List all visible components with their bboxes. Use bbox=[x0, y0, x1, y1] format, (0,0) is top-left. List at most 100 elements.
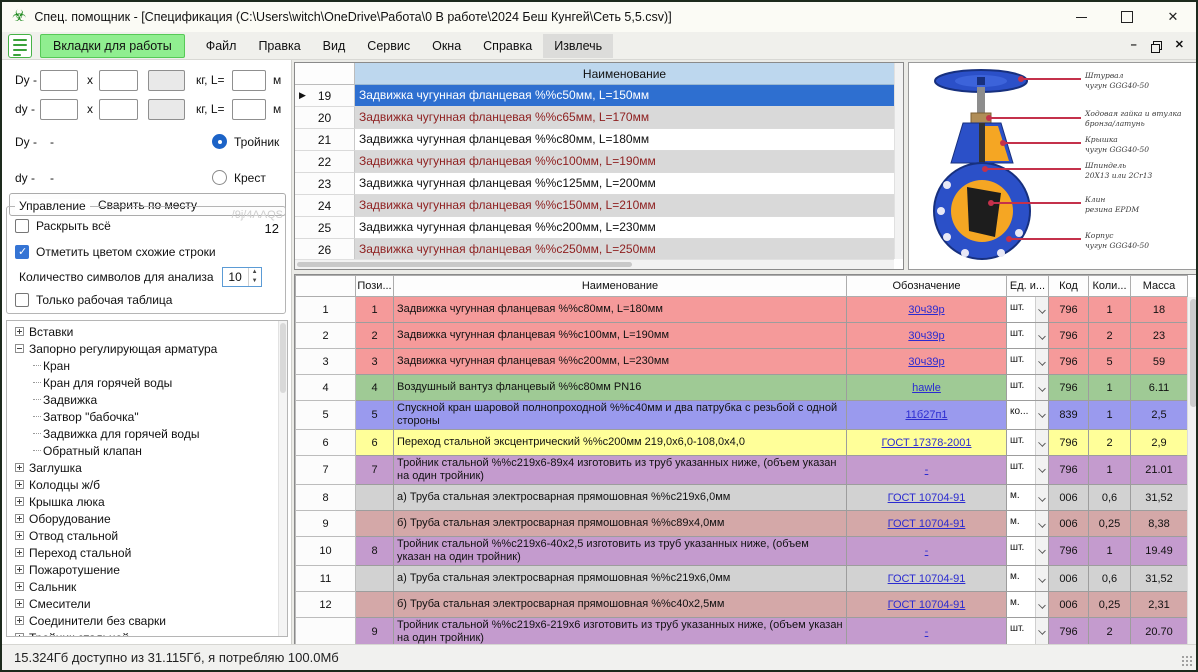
chevron-down-icon[interactable] bbox=[1035, 349, 1048, 374]
menu-item-extract[interactable]: Извлечь bbox=[543, 34, 613, 58]
spec-name-cell[interactable]: Тройник стальной %%с219х6-219х6 изготови… bbox=[394, 618, 847, 647]
spec-unit-cell[interactable]: шт. bbox=[1007, 618, 1049, 647]
dy-length-input[interactable] bbox=[232, 70, 266, 91]
expand-icon[interactable] bbox=[15, 565, 24, 574]
expand-icon[interactable] bbox=[15, 633, 24, 637]
work-tabs-button[interactable]: Вкладки для работы bbox=[40, 34, 185, 58]
dy2-d1-input[interactable] bbox=[40, 99, 78, 120]
catalog-row-header[interactable]: ▶19 bbox=[295, 85, 355, 107]
spec-code-header[interactable]: Код bbox=[1049, 276, 1089, 297]
spec-row[interactable]: 9б) Труба стальная электросварная прямош… bbox=[296, 511, 1188, 537]
chevron-down-icon[interactable] bbox=[1035, 456, 1048, 484]
spec-row[interactable]: 22Задвижка чугунная фланцевая %%с100мм, … bbox=[296, 323, 1188, 349]
expand-icon[interactable] bbox=[15, 480, 24, 489]
spec-row-number[interactable]: 11 bbox=[296, 566, 356, 592]
unit-combobox[interactable]: шт. bbox=[1007, 323, 1048, 348]
unit-combobox[interactable]: шт. bbox=[1007, 430, 1048, 455]
catalog-row[interactable]: 20Задвижка чугунная фланцевая %%с65мм, L… bbox=[295, 107, 894, 129]
dy-d1-input[interactable] bbox=[40, 70, 78, 91]
catalog-row-header[interactable]: 26 bbox=[295, 239, 355, 261]
chevron-down-icon[interactable] bbox=[1035, 375, 1048, 400]
tree-item[interactable]: Смесители bbox=[7, 595, 277, 612]
spec-row-number[interactable]: 9 bbox=[296, 511, 356, 537]
unit-combobox[interactable]: м. bbox=[1007, 511, 1048, 536]
catalog-vertical-scrollbar[interactable] bbox=[894, 63, 903, 259]
spec-name-cell[interactable]: Воздушный вантуз фланцевый %%с80мм PN16 bbox=[394, 375, 847, 401]
spec-unit-cell[interactable]: шт. bbox=[1007, 375, 1049, 401]
menu-item-Вид[interactable]: Вид bbox=[312, 34, 357, 58]
spec-row[interactable]: 11Задвижка чугунная фланцевая %%с80мм, L… bbox=[296, 297, 1188, 323]
expand-all-checkbox[interactable] bbox=[15, 219, 29, 233]
spec-pos-header[interactable]: Пози... bbox=[356, 276, 394, 297]
spec-unit-cell[interactable]: м. bbox=[1007, 511, 1049, 537]
spec-desig-link[interactable]: 11б27п1 bbox=[905, 409, 947, 421]
catalog-row-header[interactable]: 23 bbox=[295, 173, 355, 195]
chevron-down-icon[interactable] bbox=[1035, 430, 1048, 455]
tree-item[interactable]: Оборудование bbox=[7, 510, 277, 527]
spec-desig-link[interactable]: 30ч39р bbox=[908, 356, 944, 368]
chevron-down-icon[interactable] bbox=[1035, 323, 1048, 348]
unit-combobox[interactable]: м. bbox=[1007, 566, 1048, 591]
tree-item[interactable]: Соединители без сварки bbox=[7, 612, 277, 629]
spec-row-number[interactable]: 4 bbox=[296, 375, 356, 401]
tree-item[interactable]: Крышка люка bbox=[7, 493, 277, 510]
unit-combobox[interactable]: м. bbox=[1007, 592, 1048, 617]
spec-row-number[interactable]: 3 bbox=[296, 349, 356, 375]
spec-row[interactable]: 8 а) Труба стальная электросварная прямош… bbox=[296, 485, 1188, 511]
catalog-row[interactable]: 21Задвижка чугунная фланцевая %%с80мм, L… bbox=[295, 129, 894, 151]
chevron-down-icon[interactable] bbox=[1035, 401, 1048, 429]
spec-desig-link[interactable]: ГОСТ 10704-91 bbox=[888, 518, 966, 530]
spec-name-header[interactable]: Наименование bbox=[394, 276, 847, 297]
expand-icon[interactable] bbox=[15, 463, 24, 472]
spec-qty-header[interactable]: Коли... bbox=[1089, 276, 1131, 297]
catalog-row-header[interactable]: 24 bbox=[295, 195, 355, 217]
catalog-row-name[interactable]: Задвижка чугунная фланцевая %%с100мм, L=… bbox=[355, 151, 894, 173]
spec-row[interactable]: 9Тройник стальной %%с219х6-219х6 изготов… bbox=[296, 618, 1188, 647]
spec-name-cell[interactable]: б) Труба стальная электросварная прямошо… bbox=[394, 592, 847, 618]
spec-name-cell[interactable]: а) Труба стальная электросварная прямошо… bbox=[394, 566, 847, 592]
expand-icon[interactable] bbox=[15, 599, 24, 608]
tree-child-item[interactable]: Затвор "бабочка" bbox=[7, 408, 277, 425]
expand-icon[interactable] bbox=[15, 514, 24, 523]
minimize-button[interactable] bbox=[1058, 2, 1104, 32]
chevron-down-icon[interactable] bbox=[1035, 297, 1048, 322]
catalog-name-header[interactable]: Наименование bbox=[355, 63, 894, 85]
catalog-row-header[interactable]: 21 bbox=[295, 129, 355, 151]
spec-row-number[interactable]: 6 bbox=[296, 430, 356, 456]
catalog-row-name[interactable]: Задвижка чугунная фланцевая %%с80мм, L=1… bbox=[355, 129, 894, 151]
catalog-row-header[interactable]: 20 bbox=[295, 107, 355, 129]
catalog-row[interactable]: 25Задвижка чугунная фланцевая %%с200мм, … bbox=[295, 217, 894, 239]
tree-item[interactable]: Тройник стальной bbox=[7, 629, 277, 637]
mdi-minimize-icon[interactable]: – bbox=[1131, 40, 1137, 51]
tree-child-item[interactable]: Задвижка bbox=[7, 391, 277, 408]
spec-row-number[interactable]: 8 bbox=[296, 485, 356, 511]
chevron-down-icon[interactable] bbox=[1035, 618, 1048, 646]
worktable-only-checkbox[interactable] bbox=[15, 293, 29, 307]
unit-combobox[interactable]: шт. bbox=[1007, 349, 1048, 374]
catalog-row-name[interactable]: Задвижка чугунная фланцевая %%с200мм, L=… bbox=[355, 217, 894, 239]
spec-desig-header[interactable]: Обозначение bbox=[847, 276, 1007, 297]
spec-row[interactable]: 12б) Труба стальная электросварная прямо… bbox=[296, 592, 1188, 618]
mdi-close-icon[interactable]: ✕ bbox=[1175, 40, 1184, 51]
tree-item[interactable]: Пожаротушение bbox=[7, 561, 277, 578]
spec-row-number[interactable]: 7 bbox=[296, 456, 356, 485]
tree-item[interactable]: Колодцы ж/б bbox=[7, 476, 277, 493]
menu-item-Файл[interactable]: Файл bbox=[195, 34, 248, 58]
spec-desig-link[interactable]: - bbox=[925, 545, 929, 557]
menu-item-Окна[interactable]: Окна bbox=[421, 34, 472, 58]
spec-row-number[interactable]: 2 bbox=[296, 323, 356, 349]
tree-child-item[interactable]: Задвижка для горячей воды bbox=[7, 425, 277, 442]
spec-name-cell[interactable]: Задвижка чугунная фланцевая %%с100мм, L=… bbox=[394, 323, 847, 349]
tree-child-item[interactable]: Кран bbox=[7, 357, 277, 374]
unit-combobox[interactable]: ко... bbox=[1007, 401, 1048, 429]
tree-item[interactable]: Сальник bbox=[7, 578, 277, 595]
chevron-down-icon[interactable] bbox=[1035, 485, 1048, 510]
spec-unit-header[interactable]: Ед. и... bbox=[1007, 276, 1049, 297]
maximize-button[interactable] bbox=[1104, 2, 1150, 32]
tree-scrollbar[interactable] bbox=[278, 321, 287, 636]
catalog-row[interactable]: 26Задвижка чугунная фланцевая %%с250мм, … bbox=[295, 239, 894, 261]
spec-name-cell[interactable]: а) Труба стальная электросварная прямошо… bbox=[394, 485, 847, 511]
chevron-down-icon[interactable] bbox=[1035, 566, 1048, 591]
chevron-down-icon[interactable] bbox=[1035, 511, 1048, 536]
spec-unit-cell[interactable]: м. bbox=[1007, 592, 1049, 618]
